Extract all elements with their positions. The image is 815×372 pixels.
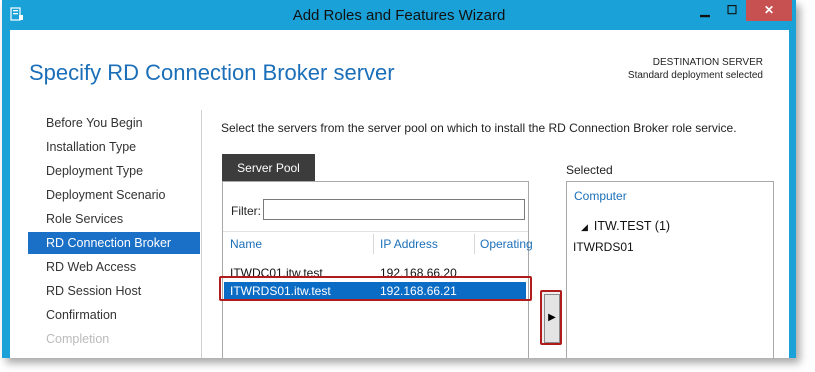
group-label: ITW.TEST (1) [593, 219, 671, 233]
add-arrow-button[interactable]: ▶ [544, 294, 560, 343]
column-divider[interactable] [474, 234, 475, 254]
filter-label: Filter: [231, 204, 261, 218]
selected-label: Selected [566, 163, 613, 177]
selected-row-highlight [219, 276, 532, 301]
window-title: Add Roles and Features Wizard [292, 7, 506, 24]
column-header-ip-address[interactable]: IP Address [380, 237, 438, 251]
minimize-button[interactable]: ▁ [692, 0, 718, 21]
title-bar[interactable]: Add Roles and Features Wizard ▁ ☐ ✕ [2, 0, 796, 30]
nav-item-before-you-begin[interactable]: Before You Begin [28, 112, 200, 134]
tab-server-pool[interactable]: Server Pool [222, 154, 315, 181]
nav-item-role-services[interactable]: Role Services [28, 208, 200, 230]
group-itw-test[interactable]: ◢ ITW.TEST (1) [581, 219, 670, 233]
selected-servers-panel: Computer ◢ ITW.TEST (1) ITWRDS01 [566, 181, 774, 358]
server-pool-panel: Filter: Name IP Address Operating ITWDC0… [222, 181, 533, 358]
list-item[interactable]: ITWRDS01 [573, 240, 634, 254]
nav-item-installation-type[interactable]: Installation Type [28, 136, 200, 158]
column-header-computer[interactable]: Computer [574, 189, 627, 203]
maximize-button[interactable]: ☐ [719, 0, 745, 21]
column-header-name[interactable]: Name [230, 237, 262, 251]
destination-label: DESTINATION SERVER [652, 57, 763, 68]
wizard-nav: Before You Begin Installation Type Deplo… [28, 110, 200, 358]
filter-input[interactable] [263, 199, 525, 220]
nav-divider [201, 110, 202, 358]
nav-item-rd-connection-broker[interactable]: RD Connection Broker [28, 232, 200, 254]
close-button[interactable]: ✕ [746, 0, 792, 21]
nav-item-deployment-scenario[interactable]: Deployment Scenario [28, 184, 200, 206]
instruction-text: Select the servers from the server pool … [221, 121, 737, 135]
nav-item-completion: Completion [46, 332, 110, 346]
page-title: Specify RD Connection Broker server [29, 60, 395, 85]
nav-item-confirmation[interactable]: Confirmation [28, 304, 200, 326]
wizard-body: Specify RD Connection Broker server DEST… [10, 30, 789, 358]
pool-separator [223, 231, 528, 232]
column-divider[interactable] [373, 234, 374, 254]
nav-item-deployment-type[interactable]: Deployment Type [28, 160, 200, 182]
nav-item-rd-web-access[interactable]: RD Web Access [28, 256, 200, 278]
column-header-operating-system[interactable]: Operating [480, 237, 533, 251]
collapse-arrow-icon[interactable]: ◢ [581, 222, 588, 232]
add-button-highlight[interactable]: ▶ [540, 290, 562, 345]
nav-item-rd-session-host[interactable]: RD Session Host [28, 280, 200, 302]
wizard-window: Add Roles and Features Wizard ▁ ☐ ✕ Spec… [2, 0, 796, 358]
destination-server-info: DESTINATION SERVER Standard deployment s… [628, 56, 763, 82]
destination-value: Standard deployment selected [627, 70, 763, 81]
